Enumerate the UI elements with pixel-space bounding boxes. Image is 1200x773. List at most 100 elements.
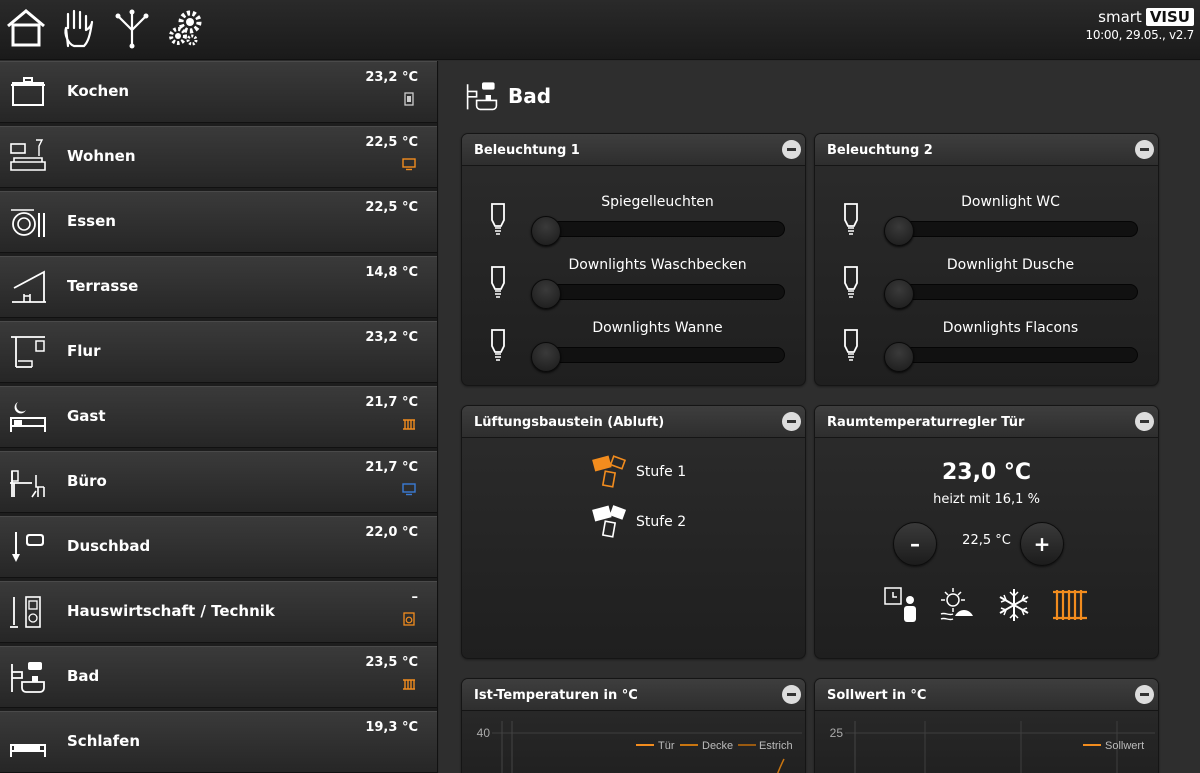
bulb-icon bbox=[491, 329, 505, 361]
minimize-button[interactable] bbox=[1135, 140, 1154, 159]
room-temp: 14,8 °C bbox=[365, 265, 418, 280]
panel-beleuchtung-1: Beleuchtung 1 Spiegelleuchten Downlights… bbox=[461, 133, 806, 386]
heating-icon[interactable] bbox=[1051, 586, 1089, 624]
room-name: Schlafen bbox=[67, 732, 141, 750]
room-item-buero[interactable]: Büro 21,7 °C bbox=[0, 451, 437, 513]
terrace-icon bbox=[12, 270, 46, 303]
room-name: Essen bbox=[67, 212, 116, 230]
radiator-icon bbox=[403, 679, 415, 690]
panel-raumtemperaturregler: Raumtemperaturregler Tür 23,0 °C heizt m… bbox=[814, 405, 1159, 659]
minimize-button[interactable] bbox=[782, 685, 801, 704]
vent-stufe-1[interactable]: Stufe 1 bbox=[592, 454, 686, 490]
room-item-terrasse[interactable]: Terrasse 14,8 °C bbox=[0, 256, 437, 318]
vent-stufe-2[interactable]: Stufe 2 bbox=[592, 504, 686, 540]
network-icon[interactable] bbox=[110, 6, 154, 50]
comfort-icon[interactable] bbox=[883, 586, 921, 624]
panel-header: Sollwert in °C bbox=[815, 679, 1158, 711]
slider-handle[interactable] bbox=[884, 342, 914, 372]
panel-header: Beleuchtung 1 bbox=[462, 134, 805, 166]
room-name: Hauswirtschaft / Technik bbox=[67, 602, 275, 620]
room-item-essen[interactable]: Essen 22,5 °C bbox=[0, 191, 437, 253]
room-item-duschbad[interactable]: Duschbad 22,0 °C bbox=[0, 516, 437, 578]
dimmer-slider[interactable] bbox=[531, 279, 785, 309]
dimmer-label: Downlights Flacons bbox=[942, 320, 1079, 336]
panel-header: Lüftungsbaustein (Abluft) bbox=[462, 406, 805, 438]
panel-title: Lüftungsbaustein (Abluft) bbox=[474, 415, 665, 430]
y-tick-label: 25 bbox=[830, 726, 844, 740]
increase-setpoint-button[interactable]: + bbox=[1020, 522, 1064, 566]
dimmer-label: Downlights Waschbecken bbox=[568, 257, 747, 273]
room-list: Kochen 23,2 °C Wohnen 22,5 °C Essen 22,5… bbox=[0, 61, 438, 773]
utility-icon bbox=[10, 596, 41, 628]
window-contact-icon bbox=[404, 92, 414, 106]
room-temp: 21,7 °C bbox=[365, 460, 418, 475]
room-temp: 21,7 °C bbox=[365, 395, 418, 410]
room-item-gast[interactable]: Gast 21,7 °C bbox=[0, 386, 437, 448]
brand: smart VISU 10:00, 29.05., v2.7 bbox=[1085, 8, 1195, 42]
panel-title: Raumtemperaturregler Tür bbox=[827, 415, 1025, 430]
fan-stage-1-icon bbox=[592, 455, 627, 488]
slider-handle[interactable] bbox=[884, 216, 914, 246]
night-icon[interactable] bbox=[939, 586, 977, 624]
room-name: Gast bbox=[67, 407, 106, 425]
dimmer-downlights-waschbecken: Downlights Waschbecken bbox=[462, 257, 805, 317]
gears-icon[interactable] bbox=[164, 6, 208, 50]
bath-icon bbox=[466, 82, 498, 111]
slider-handle[interactable] bbox=[531, 216, 561, 246]
panel-beleuchtung-2: Beleuchtung 2 Downlight WC Downlight Dus… bbox=[814, 133, 1159, 386]
hallway-icon bbox=[11, 336, 45, 368]
minimize-button[interactable] bbox=[782, 412, 801, 431]
dimmer-slider[interactable] bbox=[884, 342, 1138, 372]
room-temp: – bbox=[411, 590, 419, 605]
room-temp: 23,5 °C bbox=[365, 655, 418, 670]
main-content: Bad Beleuchtung 1 Spiegelleuchten Downli… bbox=[439, 61, 1200, 773]
desk-icon bbox=[10, 470, 45, 498]
bath-icon bbox=[11, 662, 45, 693]
radiator-icon bbox=[403, 419, 415, 430]
slider-handle[interactable] bbox=[531, 279, 561, 309]
sollwert-chart: 25 Sollwert bbox=[830, 721, 1155, 773]
panel-title: Sollwert in °C bbox=[827, 688, 927, 703]
minimize-button[interactable] bbox=[782, 140, 801, 159]
slider-handle[interactable] bbox=[884, 279, 914, 309]
page-title: Bad bbox=[508, 84, 552, 108]
brand-visu: VISU bbox=[1145, 8, 1194, 26]
panel-title: Ist-Temperaturen in °C bbox=[474, 688, 638, 703]
y-tick-label: 40 bbox=[477, 726, 491, 740]
legend-label: Sollwert bbox=[1105, 740, 1144, 752]
room-name: Kochen bbox=[67, 82, 130, 100]
dimmer-slider[interactable] bbox=[884, 279, 1138, 309]
frost-icon[interactable] bbox=[995, 586, 1033, 624]
dimmer-slider[interactable] bbox=[884, 216, 1138, 246]
room-item-flur[interactable]: Flur 23,2 °C bbox=[0, 321, 437, 383]
slider-handle[interactable] bbox=[531, 342, 561, 372]
vent-label: Stufe 1 bbox=[636, 464, 687, 480]
room-item-bad[interactable]: Bad 23,5 °C bbox=[0, 646, 437, 708]
panel-lueftung: Lüftungsbaustein (Abluft) Stufe 1 Stufe … bbox=[461, 405, 806, 659]
fan-stage-2-icon bbox=[592, 505, 627, 538]
legend-label: Decke bbox=[702, 740, 733, 752]
room-item-hauswirtschaft[interactable]: Hauswirtschaft / Technik – bbox=[0, 581, 437, 643]
room-name: Flur bbox=[67, 342, 101, 360]
dimmer-slider[interactable] bbox=[531, 342, 785, 372]
room-temp: 22,5 °C bbox=[365, 200, 418, 215]
dimmer-label: Downlights Wanne bbox=[592, 320, 723, 336]
guest-bed-icon bbox=[10, 402, 46, 432]
minimize-button[interactable] bbox=[1135, 412, 1154, 431]
room-item-wohnen[interactable]: Wohnen 22,5 °C bbox=[0, 126, 437, 188]
room-item-kochen[interactable]: Kochen 23,2 °C bbox=[0, 61, 437, 123]
minimize-button[interactable] bbox=[1135, 685, 1154, 704]
room-temp: 22,0 °C bbox=[365, 525, 418, 540]
room-item-schlafen[interactable]: Schlafen 19,3 °C bbox=[0, 711, 437, 773]
dimmer-downlight-wc: Downlight WC bbox=[815, 194, 1158, 254]
hand-icon[interactable] bbox=[56, 6, 100, 50]
dimmer-slider[interactable] bbox=[531, 216, 785, 246]
room-temp: 23,2 °C bbox=[365, 330, 418, 345]
panel-header: Ist-Temperaturen in °C bbox=[462, 679, 805, 711]
vent-label: Stufe 2 bbox=[636, 514, 687, 530]
home-icon[interactable] bbox=[4, 6, 48, 50]
dimmer-label: Downlight WC bbox=[961, 194, 1060, 210]
shower-icon bbox=[12, 532, 44, 562]
legend-label: Estrich bbox=[759, 740, 793, 752]
time-date-version: 10:00, 29.05., v2.7 bbox=[1085, 28, 1195, 42]
